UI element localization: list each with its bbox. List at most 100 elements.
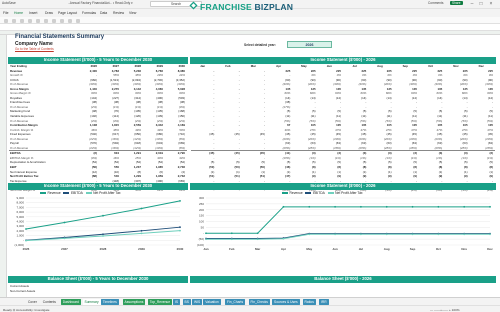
find-select-icon[interactable] bbox=[76, 18, 80, 23]
y-tick-label: 50 bbox=[201, 225, 205, 229]
x-tick-label: Jun bbox=[332, 247, 338, 251]
legend-npat: Net Profit After Tax bbox=[335, 191, 363, 195]
data-point bbox=[63, 221, 66, 224]
balance-row-noncurrent-assets: Non-Current Assets bbox=[10, 289, 36, 293]
x-tick-label: Nov bbox=[461, 247, 467, 251]
data-point bbox=[140, 207, 143, 210]
y-tick-label: 5,000 bbox=[16, 215, 24, 219]
data-point bbox=[205, 232, 207, 235]
tab-page-layout[interactable]: Page Layout bbox=[58, 11, 77, 15]
x-tick-label: Aug bbox=[384, 247, 390, 251]
x-tick-label: Jul bbox=[359, 247, 364, 251]
balance-row-current-assets: Current Assets bbox=[10, 284, 29, 288]
x-tick-label: Sep bbox=[410, 247, 416, 251]
income-monthly-banner: Income Statement ($'000) - 2026 bbox=[190, 57, 496, 64]
y-tick-label: 7,000 bbox=[16, 205, 24, 209]
data-point bbox=[489, 233, 491, 236]
window-title: ..Annual Factory FinancialAct... • Read-… bbox=[68, 1, 133, 5]
franchise-logo-icon bbox=[189, 1, 198, 10]
x-tick-label: 2026 bbox=[23, 247, 30, 251]
y-tick-label: 8,000 bbox=[16, 201, 24, 205]
tab-home[interactable]: Home bbox=[14, 11, 23, 15]
y-tick-label: 1,000 bbox=[16, 234, 24, 238]
data-point bbox=[334, 233, 336, 236]
row-headers bbox=[0, 35, 7, 297]
data-point bbox=[102, 235, 104, 237]
font-icon[interactable] bbox=[12, 18, 16, 23]
tab-file[interactable]: File bbox=[3, 11, 8, 15]
x-tick-label: Feb bbox=[229, 247, 235, 251]
y-tick-label: 100 bbox=[199, 220, 204, 224]
data-point bbox=[360, 233, 362, 236]
conditional-format-icon[interactable] bbox=[52, 18, 56, 23]
legend-revenue: Revenue bbox=[47, 191, 61, 195]
data-point bbox=[140, 229, 143, 232]
select-year-label: Select detailed year: bbox=[244, 42, 276, 47]
insert-cells-icon[interactable] bbox=[60, 18, 64, 23]
x-tick-label: Oct bbox=[436, 247, 441, 251]
data-point bbox=[463, 205, 466, 208]
data-point bbox=[437, 233, 440, 236]
bold-icon[interactable] bbox=[20, 18, 24, 23]
data-point bbox=[205, 238, 207, 241]
italic-icon[interactable] bbox=[28, 18, 32, 23]
data-point bbox=[385, 205, 388, 208]
x-tick-label: Jan bbox=[203, 247, 208, 251]
x-tick-label: May bbox=[306, 247, 312, 251]
maximize-icon[interactable]: □ bbox=[477, 0, 485, 9]
select-year-input[interactable]: 2026 bbox=[287, 40, 332, 48]
comments-button[interactable]: Comments bbox=[428, 1, 443, 5]
chart-monthly-legend: Revenue EBITDA Net Profit After Tax bbox=[282, 191, 363, 195]
data-point bbox=[102, 233, 104, 236]
tab-formulas[interactable]: Formulas bbox=[82, 11, 96, 15]
tab-draw[interactable]: Draw bbox=[45, 11, 53, 15]
sort-filter-icon[interactable] bbox=[68, 18, 72, 23]
legend-ebitda: EBITDA bbox=[70, 191, 83, 195]
number-format-icon[interactable] bbox=[44, 18, 48, 23]
y-tick-label: 4,000 bbox=[16, 220, 24, 224]
chart-5yr: (1,000)-1,0002,0003,0004,0005,0006,0007,… bbox=[14, 196, 183, 251]
share-button[interactable]: Share bbox=[450, 1, 463, 5]
tab-review[interactable]: Review bbox=[113, 11, 124, 15]
paste-icon[interactable] bbox=[4, 18, 8, 23]
toc-link[interactable]: Go to the Table of Contents bbox=[15, 47, 54, 51]
data-point bbox=[308, 205, 311, 208]
data-point bbox=[179, 200, 181, 202]
tab-view[interactable]: View bbox=[129, 11, 136, 15]
close-icon[interactable]: × bbox=[487, 0, 495, 9]
align-icon[interactable] bbox=[36, 18, 40, 23]
status-bar: Ready ⛭ Accessibility: Investigate — ——+… bbox=[0, 305, 500, 312]
zoom-control[interactable]: — ——+—— + 100% bbox=[430, 308, 460, 312]
legend-ebitda: EBITDA bbox=[312, 191, 325, 195]
autosave-toggle[interactable]: AutoSave bbox=[2, 1, 16, 5]
data-point bbox=[282, 205, 285, 208]
data-point bbox=[308, 233, 311, 236]
chart-monthly: (100)(50)-50100150200250300Jan Feb Mar Apr M… bbox=[197, 196, 493, 251]
chart-5yr-banner: Income Statement ($'000) - 5 Years to De… bbox=[8, 183, 188, 190]
data-point bbox=[25, 228, 27, 230]
data-point bbox=[385, 233, 388, 236]
formula-bar[interactable] bbox=[0, 24, 500, 31]
data-point bbox=[179, 226, 181, 229]
x-tick-label: 2027 bbox=[61, 247, 68, 251]
y-tick-label: 150 bbox=[199, 214, 204, 218]
data-point bbox=[102, 214, 104, 217]
y-tick-label: 2,000 bbox=[16, 229, 24, 233]
y-tick-label: 300 bbox=[199, 196, 204, 200]
sheet-tabs-bar: Cover Contents Dashboard Summary Timelines As… bbox=[0, 297, 500, 306]
chart-5yr-legend: Revenue EBITDA Net Profit After Tax bbox=[40, 191, 121, 195]
minimize-icon[interactable]: – bbox=[468, 0, 476, 9]
tab-data[interactable]: Data bbox=[100, 11, 107, 15]
tab-insert[interactable]: Insert bbox=[29, 11, 37, 15]
data-point bbox=[463, 233, 466, 236]
balance-5yr-banner: Balance Sheet ($'000) - 5 Years to Decem… bbox=[8, 276, 188, 283]
x-tick-label: Mar bbox=[255, 247, 261, 251]
y-tick-label: 9,000 bbox=[16, 196, 24, 200]
y-tick-label: (50) bbox=[199, 237, 204, 241]
data-point bbox=[437, 205, 440, 208]
data-point bbox=[282, 237, 285, 240]
x-tick-label: 2029 bbox=[138, 247, 145, 251]
data-point bbox=[140, 232, 143, 235]
franchise-logo-text: FRANCHISE BIZPLAN bbox=[200, 2, 294, 12]
y-tick-label: 250 bbox=[199, 202, 204, 206]
